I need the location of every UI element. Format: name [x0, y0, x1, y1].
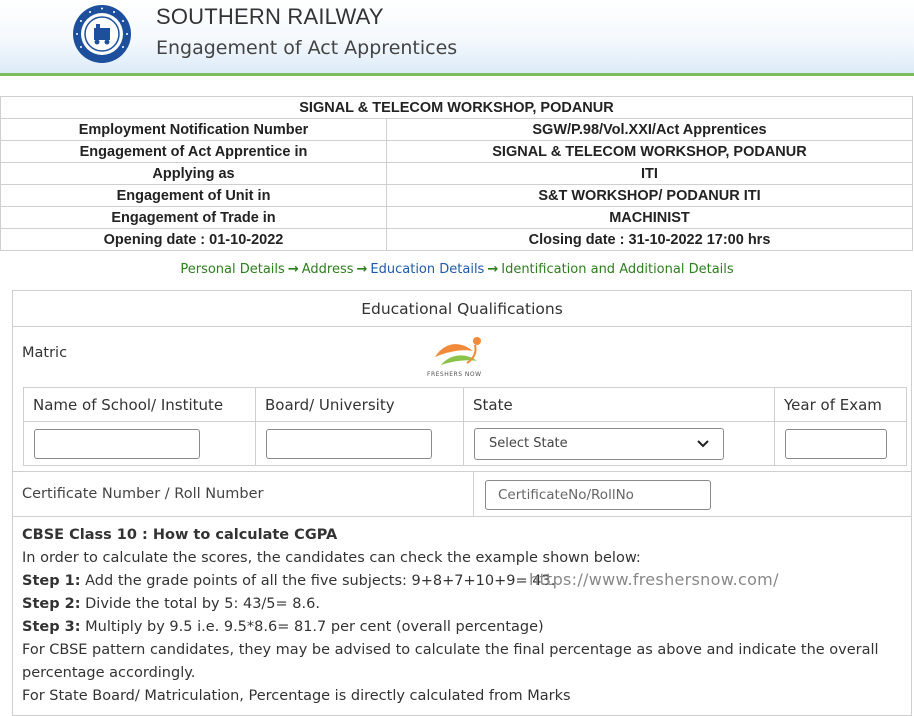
cgpa-note: CBSE Class 10 : How to calculate CGPA In…: [22, 524, 907, 708]
info-heading-row: SIGNAL & TELECOM WORKSHOP, PODANUR: [0, 96, 913, 119]
info-label: Employment Notification Number: [0, 118, 387, 141]
info-value: MACHINIST: [386, 206, 913, 229]
note-cbse: For CBSE pattern candidates, they may be…: [22, 642, 879, 681]
note-step-3: Step 3: Multiply by 9.5 i.e. 9.5*8.6= 81…: [22, 616, 907, 639]
info-value: SGW/P.98/Vol.XXI/Act Apprentices: [386, 118, 913, 141]
table-row: Engagement of Act Apprentice in SIGNAL &…: [0, 140, 913, 163]
step-text: Add the grade points of all the five sub…: [80, 573, 556, 589]
watermark-text: FRESHERS NOW: [427, 371, 482, 378]
info-label: Engagement of Act Apprentice in: [0, 140, 387, 163]
arrow-right-icon: →: [487, 262, 499, 277]
step-text: Divide the total by 5: 43/5= 8.6.: [80, 596, 320, 612]
section-label-matric: Matric: [22, 345, 68, 361]
certificate-label: Certificate Number / Roll Number: [22, 486, 264, 502]
table-row: Engagement of Unit in S&T WORKSHOP/ PODA…: [0, 184, 913, 207]
step-text: Multiply by 9.5 i.e. 9.5*8.6= 81.7 per c…: [80, 619, 544, 635]
note-state-board: For State Board/ Matriculation, Percenta…: [22, 688, 571, 704]
step-education-details[interactable]: Education Details: [370, 262, 484, 277]
opening-date: Opening date : 01-10-2022: [0, 228, 387, 251]
column-header: Board/ University: [255, 387, 464, 422]
column-header: Name of School/ Institute: [23, 387, 256, 422]
card-title: Educational Qualifications: [13, 291, 911, 327]
table-header-row: Name of School/ Institute Board/ Univers…: [23, 387, 907, 422]
workshop-heading: SIGNAL & TELECOM WORKSHOP, PODANUR: [0, 96, 913, 119]
step-label: Step 3:: [22, 619, 81, 635]
education-card: Educational Qualifications Matric FRESHE…: [12, 290, 912, 716]
watermark-url: https://www.freshersnow.com/: [529, 570, 779, 589]
year-of-exam-input[interactable]: [785, 428, 887, 459]
chevron-down-icon: [697, 439, 709, 447]
state-cell: Select State: [463, 421, 775, 466]
form-steps-breadcrumb: Personal Details → Address → Education Detai…: [0, 262, 914, 277]
info-value: ITI: [386, 162, 913, 185]
notification-info-table: SIGNAL & TELECOM WORKSHOP, PODANUR Emplo…: [0, 96, 913, 251]
table-row: Applying as ITI: [0, 162, 913, 185]
info-value: SIGNAL & TELECOM WORKSHOP, PODANUR: [386, 140, 913, 163]
certificate-row: Certificate Number / Roll Number Certifi…: [13, 471, 911, 517]
arrow-right-icon: →: [356, 262, 368, 277]
table-row: Select State: [23, 421, 907, 466]
note-step-2: Step 2: Divide the total by 5: 43/5= 8.6…: [22, 593, 907, 616]
matric-details-table: Name of School/ Institute Board/ Univers…: [23, 387, 907, 466]
table-row: Opening date : 01-10-2022 Closing date :…: [0, 228, 913, 251]
table-row: Employment Notification Number SGW/P.98/…: [0, 118, 913, 141]
step-identification-details[interactable]: Identification and Additional Details: [501, 262, 733, 277]
info-label: Applying as: [0, 162, 387, 185]
site-title: SOUTHERN RAILWAY: [156, 4, 384, 29]
note-intro: In order to calculate the scores, the ca…: [22, 550, 641, 566]
step-address[interactable]: Address: [302, 262, 354, 277]
column-header: State: [463, 387, 775, 422]
step-label: Step 1:: [22, 573, 81, 589]
column-header: Year of Exam: [774, 387, 907, 422]
step-label: Step 2:: [22, 596, 81, 612]
site-subtitle: Engagement of Act Apprentices: [156, 37, 458, 59]
page-header: SOUTHERN RAILWAY Engagement of Act Appre…: [0, 0, 914, 76]
board-university-input[interactable]: [266, 428, 432, 459]
table-row: Engagement of Trade in MACHINIST: [0, 206, 913, 229]
school-cell: [23, 421, 256, 466]
step-personal-details[interactable]: Personal Details: [180, 262, 284, 277]
info-label: Engagement of Trade in: [0, 206, 387, 229]
state-select-value: Select State: [489, 436, 568, 451]
board-cell: [255, 421, 464, 466]
indian-railways-logo-icon: [73, 5, 131, 63]
info-value: S&T WORKSHOP/ PODANUR ITI: [386, 184, 913, 207]
note-title: CBSE Class 10 : How to calculate CGPA: [22, 527, 338, 543]
state-select[interactable]: Select State: [474, 427, 724, 460]
divider: [473, 472, 474, 516]
school-name-input[interactable]: [34, 428, 200, 459]
certificate-number-input[interactable]: CertificateNo/RollNo: [485, 480, 711, 510]
arrow-right-icon: →: [287, 262, 299, 277]
year-cell: [774, 421, 907, 466]
info-label: Engagement of Unit in: [0, 184, 387, 207]
closing-date: Closing date : 31-10-2022 17:00 hrs: [386, 228, 913, 251]
